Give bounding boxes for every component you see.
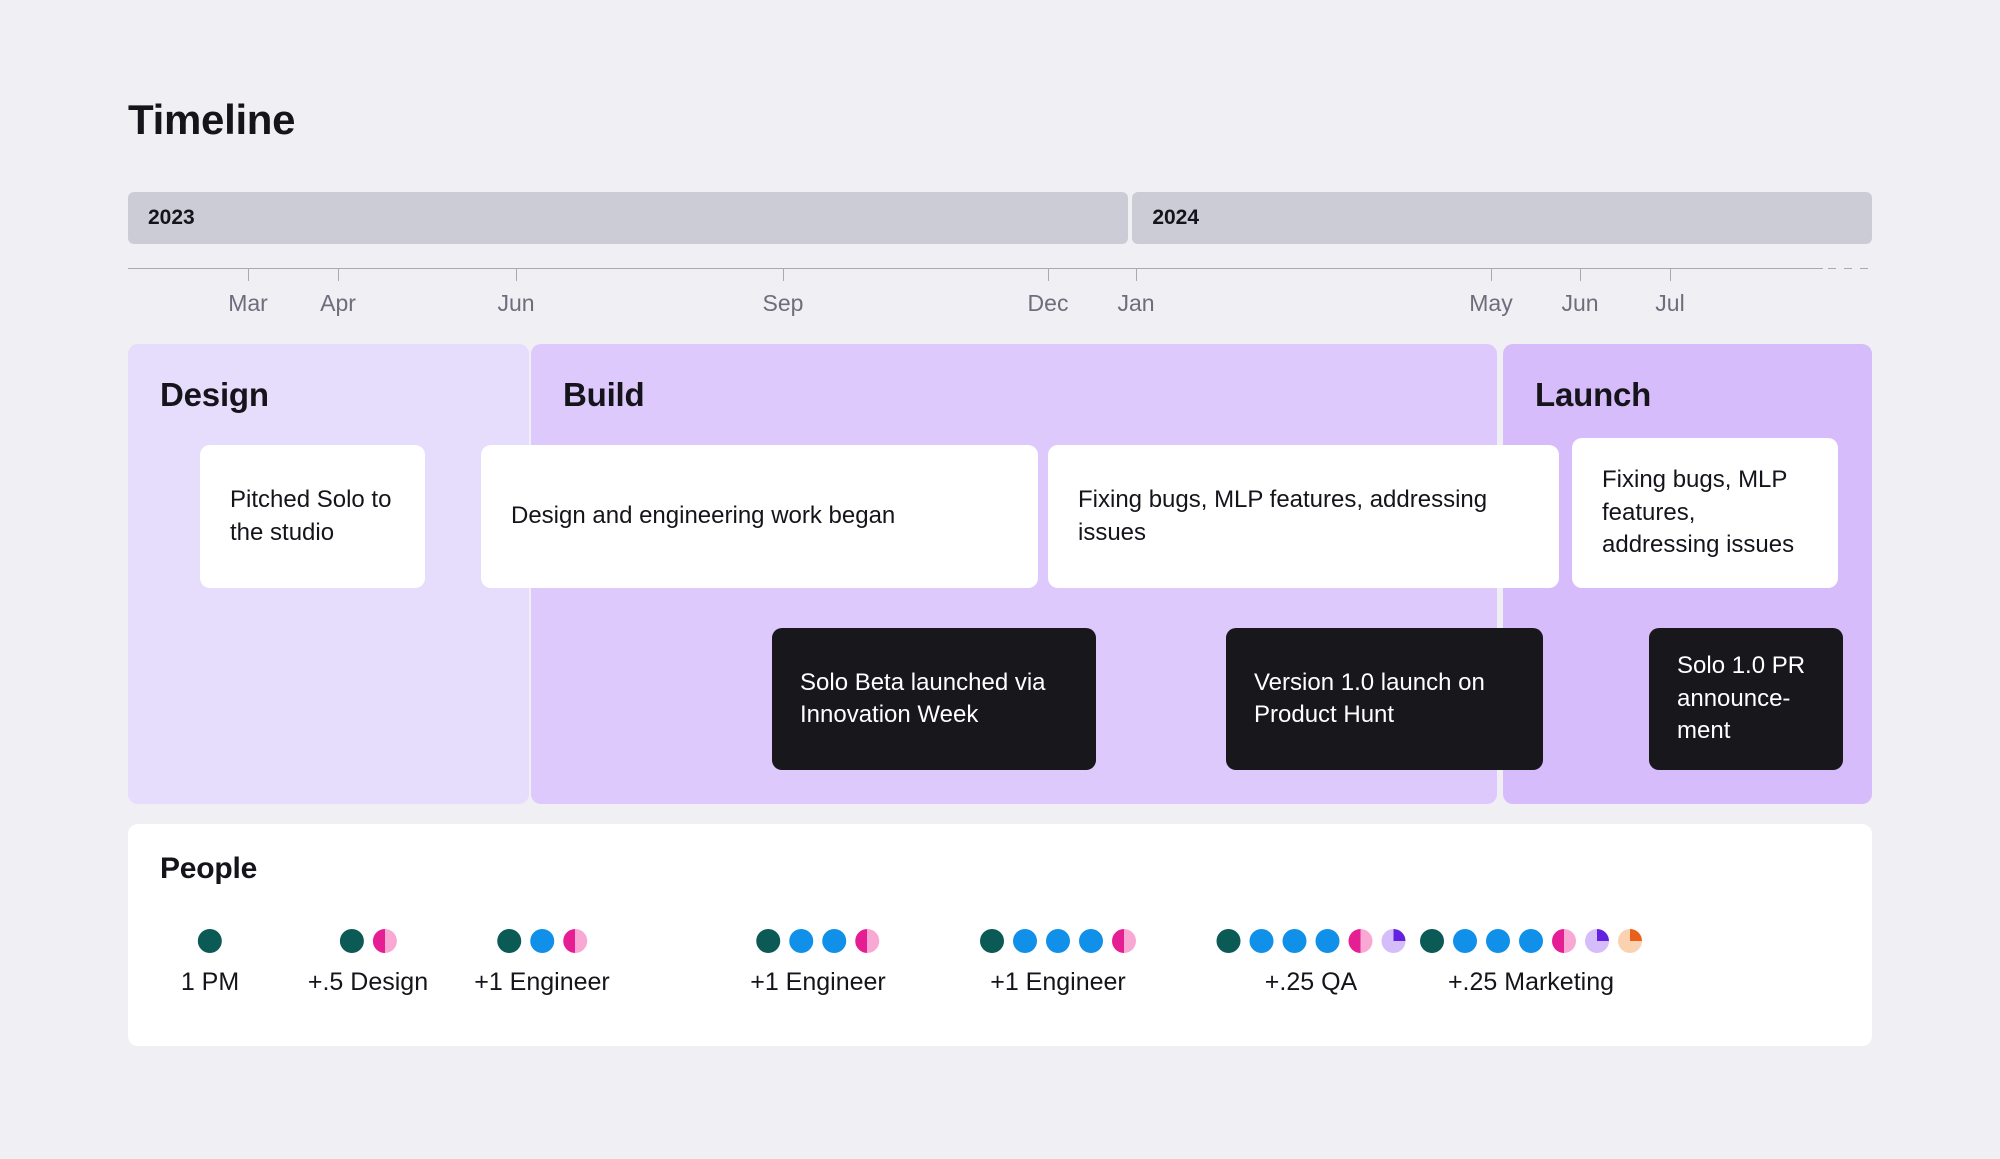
person-dot-quarter bbox=[1381, 929, 1406, 953]
axis-tick bbox=[516, 268, 517, 281]
axis-tick-label: Mar bbox=[228, 290, 268, 316]
axis-tick bbox=[338, 268, 339, 281]
phase-title: Design bbox=[160, 376, 269, 413]
people-dots bbox=[197, 928, 222, 954]
person-dot-half bbox=[1552, 929, 1576, 953]
milestone-card-text: Solo 1.0 PR announce-ment bbox=[1677, 652, 1806, 745]
axis-tick bbox=[1580, 268, 1581, 281]
phase-title: Build bbox=[563, 376, 645, 413]
year-segment-2023[interactable]: 2023 bbox=[128, 192, 1129, 244]
people-panel: People 1 PM +.5 Design +1 Engineer +1 Engin… bbox=[128, 824, 1872, 1046]
people-group[interactable]: 1 PM bbox=[181, 928, 239, 997]
phase-title: Launch bbox=[1535, 376, 1652, 413]
person-dot-full bbox=[497, 929, 521, 953]
axis-tick-label: May bbox=[1469, 290, 1513, 316]
people-group-label: +1 Engineer bbox=[474, 968, 610, 996]
people-group-label: +1 Engineer bbox=[750, 968, 886, 996]
person-dot-full bbox=[822, 929, 847, 953]
year-bar: 2023 2024 bbox=[128, 192, 1872, 244]
timeline-page: Timeline 2023 2024 Mar Apr Jun Sep Dec Jan May J… bbox=[0, 0, 2000, 1159]
person-dot-full bbox=[1013, 929, 1037, 953]
axis-tick-label: Jun bbox=[497, 290, 535, 316]
person-dot-full bbox=[1079, 929, 1103, 953]
milestone-card[interactable]: Solo Beta launched via Innovation Week bbox=[772, 628, 1096, 770]
axis-tick bbox=[1670, 268, 1671, 281]
axis-tick-label: Apr bbox=[320, 290, 356, 316]
axis-tick bbox=[248, 268, 249, 281]
person-dot-full bbox=[1453, 929, 1477, 953]
axis-tick bbox=[1048, 268, 1049, 281]
axis-line bbox=[128, 268, 1823, 269]
event-card[interactable]: Fixing bugs, MLP features, addressing is… bbox=[1048, 445, 1559, 588]
people-group-label: 1 PM bbox=[180, 968, 240, 996]
person-dot-full bbox=[1420, 929, 1444, 953]
person-dot-full bbox=[789, 929, 814, 953]
axis-tick bbox=[1491, 268, 1492, 281]
person-dot-quarter bbox=[1585, 929, 1609, 953]
year-label: 2024 bbox=[1152, 206, 1200, 229]
people-dots bbox=[339, 928, 397, 954]
person-dot-full bbox=[197, 929, 222, 953]
people-group[interactable]: +.5 Design bbox=[308, 928, 428, 997]
month-axis: Mar Apr Jun Sep Dec Jan May Jun Jul bbox=[128, 268, 1872, 320]
people-group[interactable]: +1 Engineer bbox=[474, 928, 610, 997]
axis-tick-label: Dec bbox=[1027, 290, 1069, 316]
event-card-text: Pitched Solo to the studio bbox=[230, 486, 392, 546]
person-dot-full bbox=[1519, 929, 1543, 953]
people-title: People bbox=[160, 852, 258, 885]
axis-tick-label: Sep bbox=[762, 290, 804, 316]
year-segment-2024[interactable]: 2024 bbox=[1132, 192, 1872, 244]
page-title: Timeline bbox=[128, 96, 296, 143]
people-group-label: +.5 Design bbox=[307, 968, 429, 996]
people-group-label: +1 Engineer bbox=[990, 968, 1126, 996]
person-dot-full bbox=[1046, 929, 1070, 953]
people-group[interactable]: +1 Engineer bbox=[980, 928, 1136, 997]
person-dot-half bbox=[563, 929, 587, 953]
axis-tick-label: Jun bbox=[1561, 290, 1599, 316]
event-card[interactable]: Design and engineering work began bbox=[481, 445, 1038, 588]
year-label: 2023 bbox=[148, 206, 195, 229]
people-group[interactable]: +1 Engineer bbox=[750, 928, 886, 997]
person-dot-full bbox=[980, 929, 1004, 953]
people-groups: 1 PM +.5 Design +1 Engineer +1 Engineer +1 E… bbox=[128, 928, 1872, 1038]
event-card[interactable]: Fixing bugs, MLP features, addressing is… bbox=[1572, 438, 1838, 588]
person-dot-full bbox=[756, 929, 781, 953]
event-card-text: Fixing bugs, MLP features, addressing is… bbox=[1602, 466, 1795, 559]
people-dots bbox=[1420, 928, 1642, 954]
person-dot-full bbox=[1216, 929, 1241, 953]
axis-tick-label: Jan bbox=[1117, 290, 1155, 316]
person-dot-half bbox=[1112, 929, 1136, 953]
person-dot-quarter bbox=[1618, 929, 1642, 953]
person-dot-full bbox=[1315, 929, 1340, 953]
person-dot-half bbox=[855, 929, 880, 953]
person-dot-half bbox=[1348, 929, 1373, 953]
person-dot-full bbox=[1282, 929, 1307, 953]
person-dot-full bbox=[530, 929, 554, 953]
axis-line-continuation bbox=[1828, 268, 1872, 269]
person-dot-half bbox=[372, 929, 397, 953]
people-group[interactable]: +.25 Marketing bbox=[1420, 928, 1642, 997]
axis-tick-label: Jul bbox=[1655, 290, 1685, 316]
milestone-card-text: Solo Beta launched via Innovation Week bbox=[800, 668, 1046, 728]
person-dot-full bbox=[1486, 929, 1510, 953]
axis-tick bbox=[1136, 268, 1137, 281]
people-dots bbox=[756, 928, 880, 954]
person-dot-full bbox=[339, 929, 364, 953]
people-dots bbox=[980, 928, 1136, 954]
people-group-label: +.25 QA bbox=[1264, 968, 1358, 996]
milestone-card[interactable]: Version 1.0 launch on Product Hunt bbox=[1226, 628, 1543, 770]
event-card[interactable]: Pitched Solo to the studio bbox=[200, 445, 425, 588]
person-dot-full bbox=[1249, 929, 1274, 953]
milestone-card[interactable]: Solo 1.0 PR announce-ment bbox=[1649, 628, 1843, 770]
event-card-text: Fixing bugs, MLP features, addressing is… bbox=[1078, 486, 1488, 546]
axis-tick bbox=[783, 268, 784, 281]
people-group[interactable]: +.25 QA bbox=[1216, 928, 1406, 997]
phase-track: Design Build Launch Pitched Solo to the stu… bbox=[128, 344, 1872, 804]
people-group-label: +.25 Marketing bbox=[1447, 968, 1615, 996]
event-card-text: Design and engineering work began bbox=[511, 502, 896, 530]
milestone-card-text: Version 1.0 launch on Product Hunt bbox=[1254, 668, 1485, 728]
people-dots bbox=[1216, 928, 1406, 954]
people-dots bbox=[497, 928, 587, 954]
